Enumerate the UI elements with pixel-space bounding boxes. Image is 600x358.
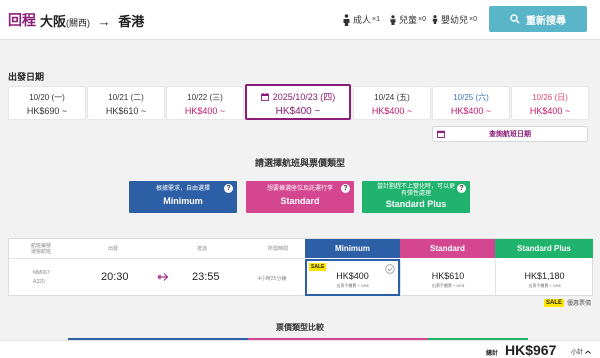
fare-type-minimum[interactable]: 根據需求，自由選擇 Minimum ? [129,181,237,213]
flight-duration: 4小時25分鐘 [258,276,287,282]
fare-type-standard-plus[interactable]: 當計劃趕不上變化時，可以更有彈性處理 Standard Plus ? [362,181,470,213]
fare-cell-standard-plus[interactable]: HK$1,180 出票手續費 + HK$ [495,259,593,296]
header-arrive: 抵達 [196,245,207,252]
sale-badge: SALE [309,263,327,271]
flight-number: MM067 A320 [33,270,50,285]
route-title: 大阪(關西) → 香港 [40,11,144,30]
header-depart: 出發 [107,245,118,252]
fare-type-standard[interactable]: 想要揀選座位及託運行李 Standard ? [246,181,354,213]
route-arrow: → [97,14,111,29]
check-icon [385,264,395,274]
origin-city: 大阪 [40,14,67,29]
plane-icon [157,273,169,281]
origin-airport: (關西) [66,18,91,28]
sale-badge: SALE [544,298,565,307]
child-icon [390,14,396,25]
date-card-1021[interactable]: 10/21 (二) HK$610 ~ [87,86,165,120]
departure-date-label: 出發日期 [8,72,45,82]
header-flight-no: 航班編號 運營航班 [30,242,51,255]
fare-cell-minimum[interactable]: SALE HK$400 出票手續費 + HK$ [305,259,400,296]
help-icon[interactable]: ? [341,184,350,193]
flight-table: 航班編號 運營航班 出發 抵達 所需時間 Minimum Standard St… [8,238,593,296]
header-duration: 所需時間 [267,245,288,252]
date-card-1025[interactable]: 10/25 (六) HK$400 ~ [432,86,510,120]
depart-time: 20:30 [101,271,129,283]
calendar-icon [260,92,269,101]
sale-legend-text: 優惠票價 [567,301,592,307]
infant-icon [432,15,438,24]
fare-cell-standard[interactable]: HK$610 出票手續費 + HK$ [400,259,495,296]
search-icon [510,14,520,24]
footer-bar: 總計 HK$967 小計 [0,340,600,358]
adult-count: 成人 ×1 [342,13,380,26]
fare-comparison-title: 票價類型比較 [276,323,324,332]
date-card-1026[interactable]: 10/26 (日) HK$400 ~ [511,86,589,120]
child-count: 兒童 ×0 [389,13,426,26]
total-value: HK$967 [505,342,557,358]
fare-type-title: 請選擇航班與票價類型 [254,158,345,168]
header-bar: 回程 大阪(關西) → 香港 成人 ×1 兒童 ×0 嬰幼兒 ×0 重新搜尋 [0,0,600,40]
sale-legend: SALE 優惠票價 [544,298,591,307]
date-card-1022[interactable]: 10/22 (三) HK$400 ~ [166,86,244,120]
subtotal-toggle[interactable]: 小計 [571,347,591,356]
date-card-1020[interactable]: 10/20 (一) HK$690 ~ [8,86,86,120]
fare-header-standard-plus: Standard Plus [495,239,593,258]
total-label: 總計 [486,351,499,357]
adult-icon [343,13,350,26]
return-label: 回程 [8,12,36,28]
destination-city: 香港 [118,14,145,29]
chevron-up-icon [585,349,591,354]
fare-header-standard: Standard [400,239,495,258]
date-card-1024[interactable]: 10/24 (五) HK$400 ~ [353,86,431,120]
calendar-icon [437,130,445,138]
help-icon[interactable]: ? [224,184,233,193]
date-card-selected[interactable]: 2025/10/23 (四) HK$400 ~ [245,84,351,120]
arrive-time: 23:55 [192,271,220,283]
infant-count: 嬰幼兒 ×0 [431,13,477,26]
search-flight-dates-button[interactable]: 查詢航班日期 [432,126,588,142]
help-icon[interactable]: ? [457,184,466,193]
fare-header-minimum: Minimum [305,239,400,258]
research-button[interactable]: 重新搜尋 [489,6,587,32]
header-divider [9,258,304,259]
